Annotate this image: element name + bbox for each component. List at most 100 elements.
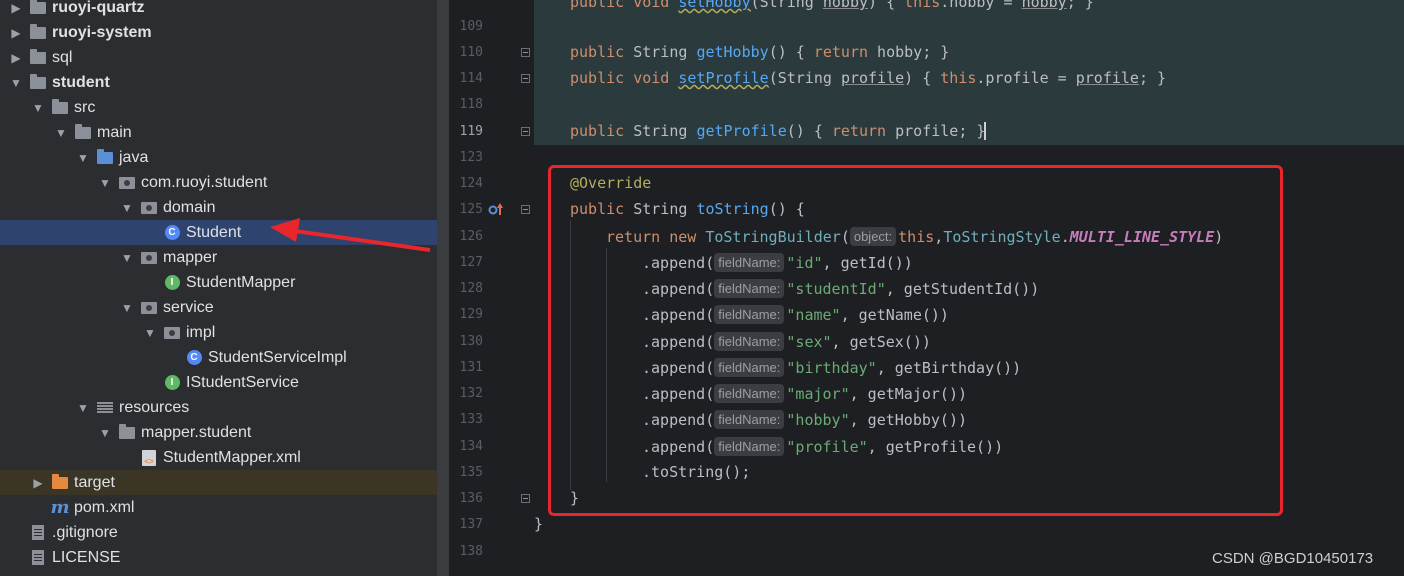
resources-folder-icon [95,400,115,416]
folder-icon [50,98,70,116]
chevron-right-icon[interactable]: ▶ [8,0,24,16]
chevron-down-icon[interactable]: ▼ [97,175,113,191]
tree-item-label: ruoyi-quartz [52,0,145,16]
arrow-head [270,218,300,242]
chevron-down-icon[interactable]: ▼ [97,425,113,441]
tree-item-label: service [163,298,214,316]
package-icon [117,175,137,191]
code-line-getHobby[interactable]: public String getHobby() { return hobby;… [570,43,949,61]
tree-item-label: pom.xml [74,498,135,516]
chevron-down-icon[interactable]: ▼ [75,150,91,166]
maven-icon: m [50,497,70,518]
xml-file-icon: <> [139,449,159,466]
tree-item-gitignore[interactable]: .gitignore [0,520,437,545]
tree-item-label: domain [163,198,216,216]
chevron-right-icon[interactable]: ▶ [8,25,24,41]
tree-item-label: target [74,473,115,491]
tree-item-com-ruoyi-student[interactable]: ▼ com.ruoyi.student [0,170,437,195]
line-number: 129 [459,307,483,322]
tree-item-student-service-impl[interactable]: C StudentServiceImpl [0,345,437,370]
chevron-down-icon[interactable]: ▼ [142,325,158,341]
tree-item-label: IStudentService [186,373,299,391]
tree-item-ruoyi-quartz[interactable]: ▶ ruoyi-quartz [0,0,437,20]
chevron-right-icon[interactable]: ▶ [8,50,24,66]
line-number: 134 [459,439,483,454]
tree-item-student-mapper-xml[interactable]: <> StudentMapper.xml [0,445,437,470]
arrow-shaft [287,228,431,252]
code-line-setHobby[interactable]: public void setHobby(String hobby) { thi… [570,0,1094,11]
chevron-right-icon[interactable]: ▶ [30,475,46,491]
annotation-arrow [270,218,431,252]
tree-item-label: java [119,148,149,166]
tree-item-resources[interactable]: ▼ resources [0,395,437,420]
tree-item-sql[interactable]: ▶ sql [0,45,437,70]
fold-marker-icon[interactable] [521,74,530,83]
tree-item-label: StudentMapper.xml [163,448,301,466]
class-icon: C [184,350,204,366]
source-folder-icon [95,148,115,166]
tree-item-label: sql [52,48,73,66]
tree-item-label: StudentMapper [186,273,296,291]
annotation-highlight-box [548,165,1283,516]
tree-scrollbar[interactable] [437,0,449,576]
tree-item-label: impl [186,323,216,341]
override-gutter-icon[interactable] [487,202,505,218]
chevron-down-icon[interactable]: ▼ [8,75,24,91]
tree-item-label: .gitignore [52,523,118,541]
line-number: 132 [459,386,483,401]
tree-item-target[interactable]: ▶ target [0,470,437,495]
tree-item-ruoyi-system[interactable]: ▶ ruoyi-system [0,20,437,45]
text-caret [984,122,986,140]
override-arrow-head [497,203,503,208]
line-number: 133 [459,412,483,427]
line-number: 137 [459,517,483,532]
chevron-down-icon[interactable]: ▼ [119,200,135,216]
line-number: 128 [459,281,483,296]
tree-item-label: LICENSE [52,548,121,566]
line-number: 125 [459,202,483,217]
fold-marker-icon[interactable] [521,205,530,214]
fold-marker-icon[interactable] [521,48,530,57]
line-number: 135 [459,465,483,480]
tree-item-student[interactable]: ▼ student [0,70,437,95]
tree-item-impl[interactable]: ▼ impl [0,320,437,345]
code-line-close-class[interactable]: } [534,515,543,533]
code-line-getProfile[interactable]: public String getProfile() { return prof… [570,122,985,140]
line-number: 110 [459,45,483,60]
code-line-setProfile[interactable]: public void setProfile(String profile) {… [570,69,1166,87]
package-icon [139,250,159,266]
tree-item-main[interactable]: ▼ main [0,120,437,145]
tree-item-src[interactable]: ▼ src [0,95,437,120]
tree-item-student-mapper[interactable]: I StudentMapper [0,270,437,295]
interface-icon: I [162,275,182,291]
folder-icon [117,423,137,441]
line-number: 123 [459,150,483,165]
line-number: 127 [459,255,483,270]
interface-icon: I [162,375,182,391]
line-number: 114 [459,71,483,86]
line-number: 118 [459,97,483,112]
tree-item-java[interactable]: ▼ java [0,145,437,170]
package-icon [139,200,159,216]
override-circle [488,205,498,215]
tree-item-label: ruoyi-system [52,23,152,41]
tree-item-mapper-student[interactable]: ▼ mapper.student [0,420,437,445]
line-number: 131 [459,360,483,375]
chevron-down-icon[interactable]: ▼ [119,300,135,316]
fold-marker-icon[interactable] [521,127,530,136]
tree-item-label: StudentServiceImpl [208,348,347,366]
chevron-down-icon[interactable]: ▼ [53,125,69,141]
line-number: 136 [459,491,483,506]
chevron-down-icon[interactable]: ▼ [30,100,46,116]
tree-item-label: student [52,73,110,91]
tree-item-pom-xml[interactable]: m pom.xml [0,495,437,520]
tree-item-istudent-service[interactable]: I IStudentService [0,370,437,395]
folder-icon [28,48,48,66]
tree-item-service[interactable]: ▼ service [0,295,437,320]
tree-item-label: mapper [163,248,218,266]
chevron-down-icon[interactable]: ▼ [119,250,135,266]
chevron-down-icon[interactable]: ▼ [75,400,91,416]
tree-item-license[interactable]: LICENSE [0,545,437,570]
fold-marker-icon[interactable] [521,494,530,503]
project-tree: ▶ ruoyi-quartz ▶ ruoyi-system ▶ sql ▼ st… [0,0,437,576]
